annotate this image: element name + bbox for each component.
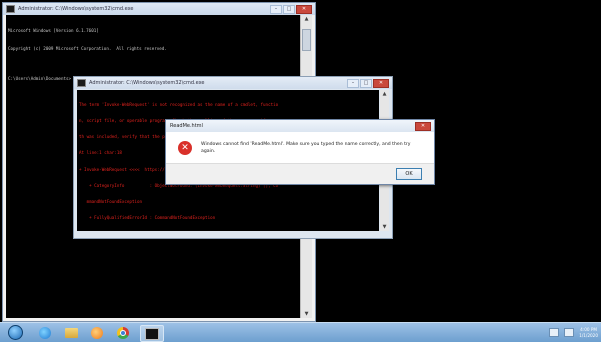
console-line: Microsoft Windows [Version 6.1.7601]	[8, 28, 99, 33]
volume-icon[interactable]	[564, 328, 575, 337]
folder-icon	[64, 327, 78, 338]
scroll-down-icon[interactable]: ▼	[380, 223, 389, 231]
title-bar[interactable]: Administrator: C:\Windows\system32\cmd.e…	[74, 77, 392, 89]
error-dialog[interactable]: ReadMe.html ✕ ✕ Windows cannot find 'Rea…	[165, 119, 435, 185]
chrome-icon	[117, 326, 129, 339]
dialog-close-button[interactable]: ✕	[415, 122, 431, 131]
dialog-title: ReadMe.html	[170, 123, 203, 129]
minimize-button[interactable]: –	[347, 79, 359, 88]
scroll-up-icon[interactable]: ▲	[380, 90, 389, 98]
window-title: Administrator: C:\Windows\system32\cmd.e…	[18, 6, 134, 12]
start-button[interactable]	[2, 325, 28, 340]
internet-explorer-icon	[39, 326, 51, 339]
clock-time: 4:00 PM	[580, 327, 598, 332]
scroll-thumb[interactable]	[302, 29, 311, 51]
console-line: mmandNotFoundException	[79, 199, 143, 205]
close-button[interactable]: ✕	[373, 79, 389, 88]
clock-date: 1/1/2020	[579, 332, 598, 338]
title-bar[interactable]: Administrator: C:\Windows\system32\cmd.e…	[3, 3, 315, 15]
window-title: Administrator: C:\Windows\system32\cmd.e…	[89, 80, 205, 86]
cmd-icon	[77, 79, 86, 87]
scroll-up-icon[interactable]: ▲	[301, 15, 312, 23]
taskbar-internet-explorer[interactable]	[34, 325, 56, 340]
clock[interactable]: 4:00 PM 1/1/2020	[579, 327, 598, 338]
error-message: Windows cannot find 'ReadMe.html'. Make …	[201, 142, 411, 154]
close-button[interactable]: ✕	[296, 5, 312, 14]
ok-button[interactable]: OK	[396, 168, 422, 180]
maximize-button[interactable]: □	[360, 79, 372, 88]
dialog-footer: OK	[166, 163, 434, 184]
console-line: Copyright (c) 2009 Microsoft Corporation…	[8, 46, 167, 51]
taskbar: 4:00 PM 1/1/2020	[0, 322, 601, 342]
console-line: + FullyQualifiedErrorId : CommandNotFoun…	[79, 215, 216, 221]
system-tray: 4:00 PM 1/1/2020	[549, 325, 598, 340]
network-icon[interactable]	[549, 328, 560, 337]
taskbar-file-explorer[interactable]	[60, 325, 82, 340]
console-line: The term 'Invoke-WebRequest' is not reco…	[79, 101, 279, 107]
command-prompt-icon	[145, 327, 159, 340]
windows-start-icon	[7, 325, 23, 340]
taskbar-command-prompt[interactable]	[140, 325, 164, 342]
error-icon: ✕	[178, 141, 192, 155]
cmd-icon	[6, 5, 15, 13]
minimize-button[interactable]: –	[270, 5, 282, 14]
taskbar-chrome[interactable]	[112, 325, 134, 340]
maximize-button[interactable]: □	[283, 5, 295, 14]
scroll-down-icon[interactable]: ▼	[301, 310, 312, 318]
dialog-title-bar[interactable]: ReadMe.html ✕	[166, 120, 434, 132]
taskbar-media-player[interactable]	[86, 325, 108, 340]
media-player-icon	[91, 326, 103, 339]
